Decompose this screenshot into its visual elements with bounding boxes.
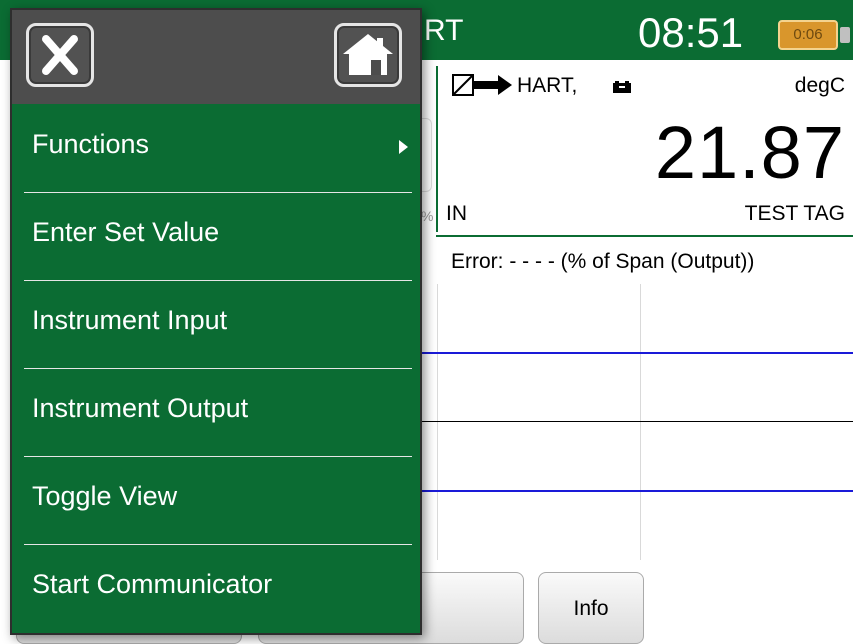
bar-fragment <box>422 118 432 192</box>
main-menu: Functions Enter Set Value Instrument Inp… <box>10 8 422 635</box>
clock: 08:51 <box>638 9 744 56</box>
info-button[interactable]: Info <box>538 572 644 644</box>
battery-icon <box>613 81 631 93</box>
menu-item-label: Start Communicator <box>32 569 273 599</box>
menu-item-label: Instrument Output <box>32 393 249 423</box>
measurement-panel[interactable]: HART, degC 21.87 IN TEST TAG <box>436 62 853 236</box>
menu-item-toggle-view[interactable]: Toggle View <box>12 456 420 544</box>
connection-label: HART, <box>517 74 578 97</box>
close-button[interactable] <box>26 23 94 87</box>
menu-item-label: Functions <box>32 129 150 159</box>
battery-indicator: 0:06 <box>778 20 838 50</box>
menu-item-instrument-input[interactable]: Instrument Input <box>12 280 420 368</box>
upper-limit-line <box>422 352 853 354</box>
error-label: Error: - - - - (% of Span (Output)) <box>451 250 755 273</box>
percent-fragment: % <box>421 208 434 224</box>
menu-item-functions[interactable]: Functions <box>12 104 420 192</box>
tag-label: TEST TAG <box>744 202 845 225</box>
measurement-value: 21.87 <box>654 111 845 194</box>
battery-cap <box>840 27 850 43</box>
close-icon <box>42 35 78 75</box>
menu-item-enter-set-value[interactable]: Enter Set Value <box>12 192 420 280</box>
lower-limit-line <box>422 490 853 492</box>
unit-label: degC <box>794 74 845 97</box>
panel-divider <box>436 66 438 232</box>
hart-connection-icon <box>452 74 512 96</box>
menu-item-label: Toggle View <box>32 481 178 511</box>
info-button-label: Info <box>573 597 609 620</box>
channel-label: IN <box>446 202 467 225</box>
grid-line <box>437 284 438 560</box>
home-button[interactable] <box>334 23 402 87</box>
menu-item-label: Enter Set Value <box>32 217 220 247</box>
submenu-arrow-icon <box>399 140 408 154</box>
menu-item-instrument-output[interactable]: Instrument Output <box>12 368 420 456</box>
grid-line <box>640 284 641 560</box>
menu-header <box>12 10 420 104</box>
zero-line <box>422 421 853 422</box>
home-icon <box>343 34 393 75</box>
panel-divider <box>436 235 853 237</box>
window-title: RT <box>424 14 464 47</box>
menu-item-label: Instrument Input <box>32 305 228 335</box>
menu-item-start-communicator[interactable]: Start Communicator <box>12 544 420 632</box>
